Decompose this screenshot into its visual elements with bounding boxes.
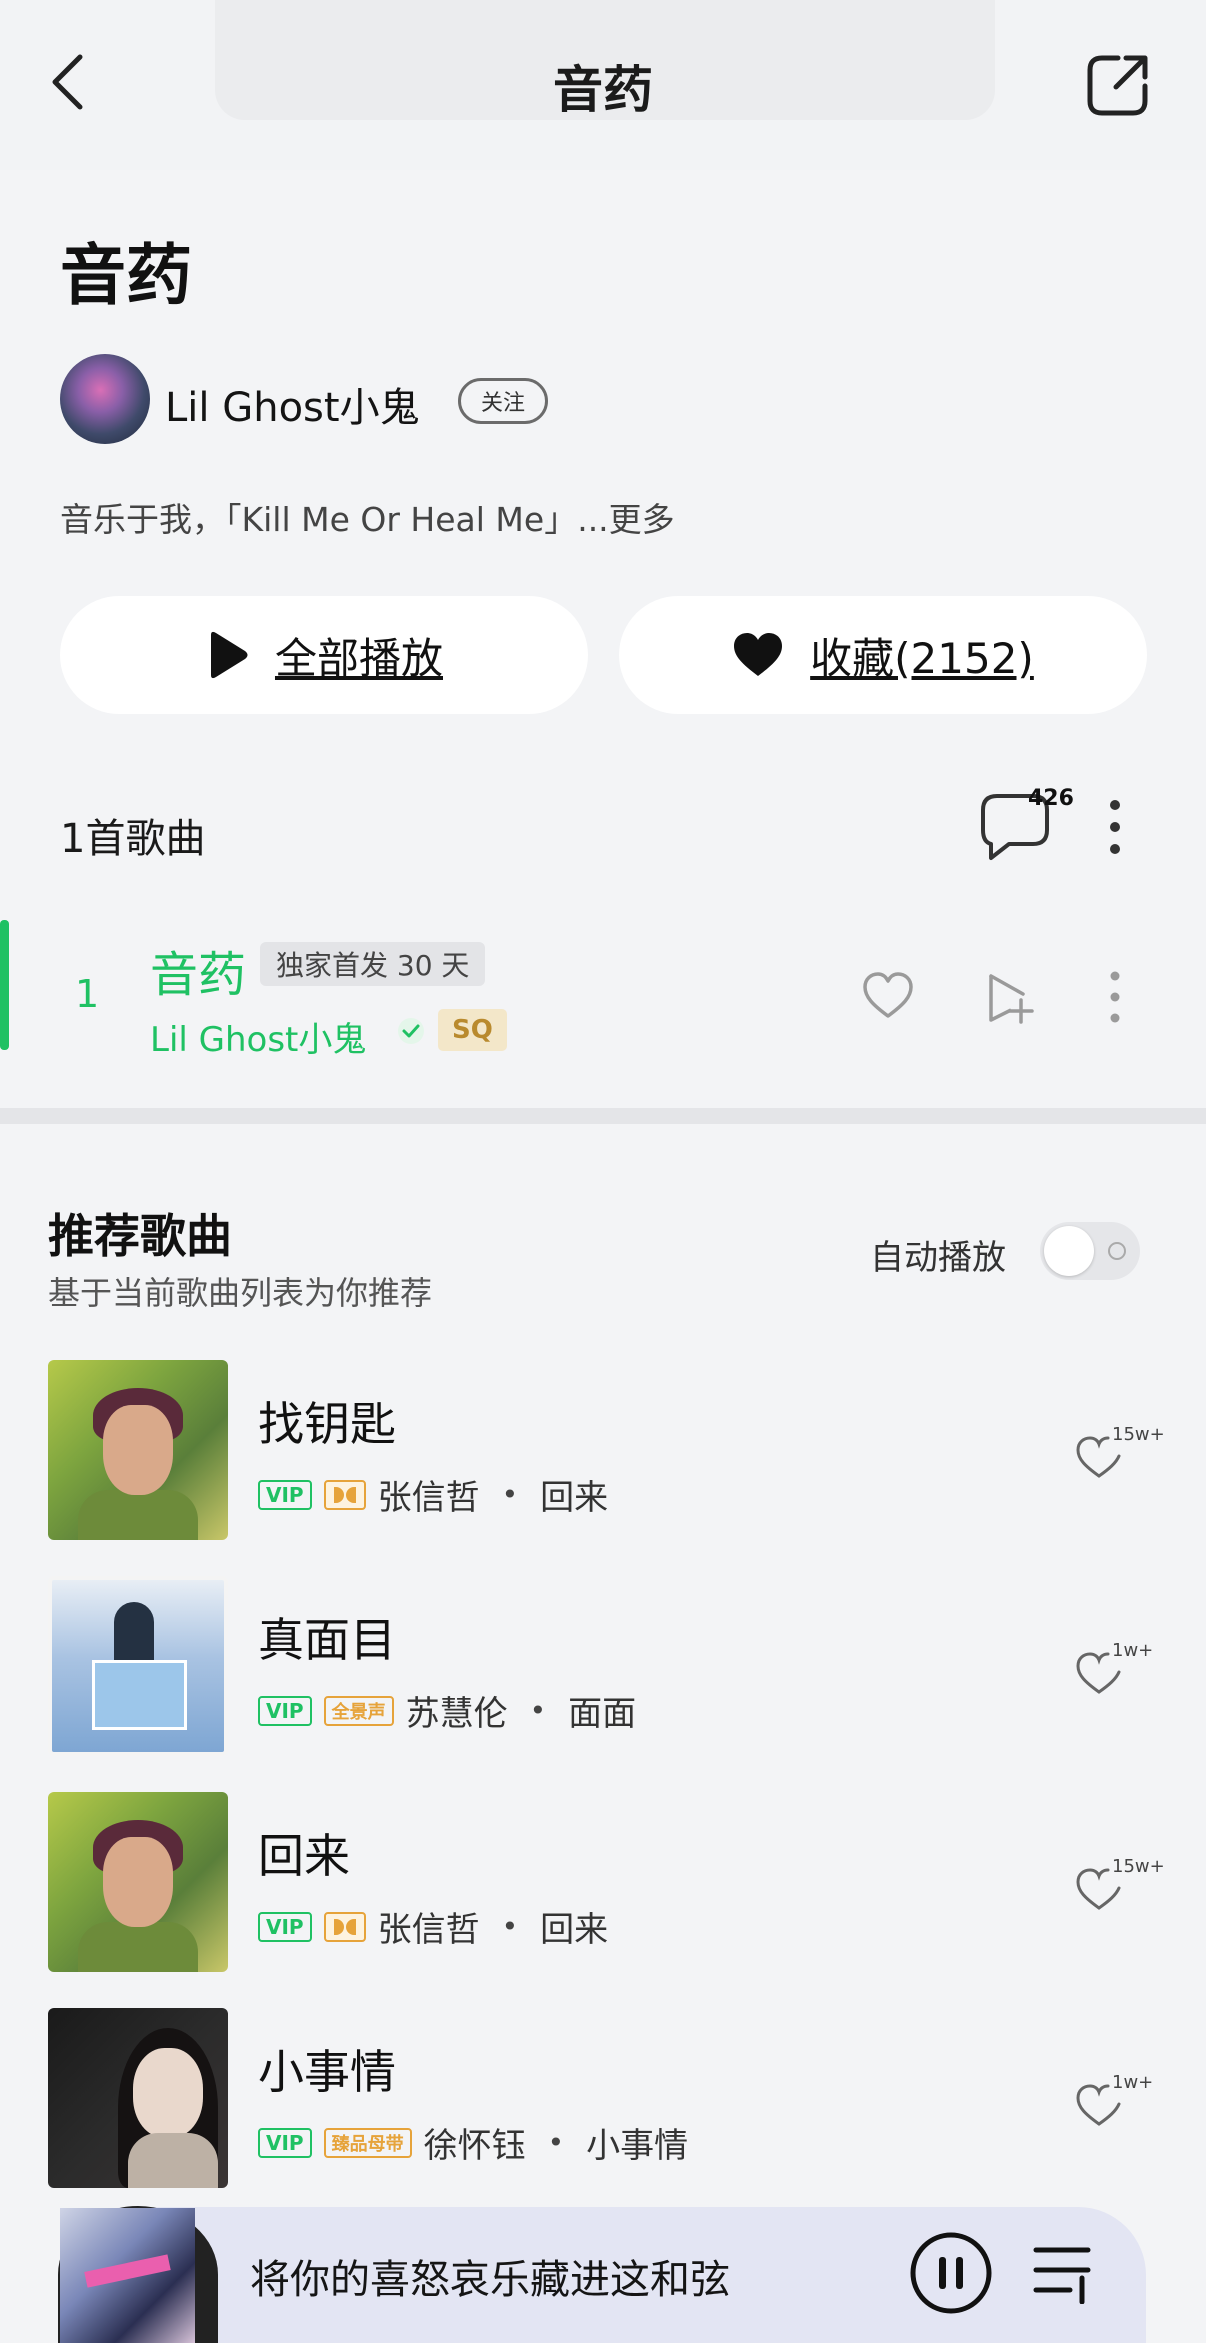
album-cover (48, 1792, 228, 1972)
toggle-off-indicator (1108, 1242, 1126, 1260)
pause-icon (910, 2232, 992, 2314)
track-artist[interactable]: Lil Ghost小鬼 (150, 1012, 366, 1061)
song-meta: VIP 张信哲 • 回来 (258, 1902, 608, 1951)
recommend-subtitle: 基于当前歌曲列表为你推荐 (48, 1274, 433, 1312)
audio-quality-badge: 臻品母带 (323, 2127, 412, 2158)
collect-button[interactable]: 收藏(2152) (619, 596, 1147, 714)
comment-count: 426 (1028, 786, 1074, 811)
toggle-knob (1044, 1226, 1094, 1276)
exclusive-tag: 独家首发 30 天 (260, 942, 486, 986)
now-playing-cover[interactable] (60, 2208, 195, 2343)
play-all-label: 全部播放 (274, 633, 443, 683)
pause-button[interactable] (908, 2230, 994, 2316)
track-more-button[interactable] (1100, 966, 1130, 1028)
song-album: 面面 (568, 1694, 637, 1734)
separator: • (501, 1478, 519, 1511)
separator: • (529, 1694, 547, 1727)
song-meta: VIP 全景声 苏慧伦 • 面面 (258, 1686, 636, 1735)
recommend-title: 推荐歌曲 (48, 1209, 232, 1263)
vip-badge: VIP (258, 1911, 312, 1942)
vip-badge: VIP (258, 1695, 312, 1726)
song-title: 找钥匙 (258, 1397, 396, 1451)
more-icon (1110, 800, 1120, 854)
vip-badge: VIP (258, 2127, 312, 2158)
song-album: 小事情 (586, 2126, 689, 2166)
song-meta: VIP 臻品母带 徐怀钰 • 小事情 (258, 2118, 688, 2167)
song-artist: 苏慧伦 (405, 1694, 508, 1734)
track-title[interactable]: 音药 (150, 935, 246, 1005)
song-artist: 张信哲 (377, 1910, 480, 1950)
audio-quality-badge: 全景声 (323, 1695, 394, 1726)
now-playing-indicator (0, 920, 9, 1050)
follow-button[interactable]: 关注 (458, 378, 548, 424)
like-count: 1w+ (1112, 2072, 1154, 2093)
recommended-song-row[interactable]: 回来 VIP 张信哲 • 回来 15w+ (0, 1792, 1206, 1978)
heart-icon (734, 633, 783, 676)
separator: • (547, 2126, 565, 2159)
collect-label: 收藏(2152) (810, 633, 1034, 683)
song-meta: VIP 张信哲 • 回来 (258, 1470, 608, 1519)
verified-icon (396, 1016, 426, 1046)
playlist-button[interactable] (1030, 2240, 1094, 2305)
now-playing-title[interactable]: 将你的喜怒哀乐藏进这和弦 (250, 2247, 730, 2305)
playlist-icon (1033, 2247, 1091, 2305)
song-artist: 张信哲 (377, 1478, 480, 1518)
more-icon (1110, 971, 1120, 1023)
autoplay-toggle[interactable] (1040, 1222, 1140, 1280)
artist-avatar[interactable] (60, 354, 150, 444)
dolby-icon (323, 1911, 366, 1942)
song-album: 回来 (540, 1910, 609, 1950)
add-to-playlist-button[interactable] (985, 970, 1037, 1026)
like-count: 1w+ (1112, 1640, 1154, 1661)
recommended-song-row[interactable]: 找钥匙 VIP 张信哲 • 回来 15w+ (0, 1360, 1206, 1546)
header-title: 音药 (553, 61, 653, 119)
separator: • (501, 1910, 519, 1943)
album-cover (48, 2008, 228, 2188)
song-count: 1首歌曲 (60, 816, 206, 862)
song-title: 回来 (258, 1829, 350, 1883)
recommended-song-row[interactable]: 真面目 VIP 全景声 苏慧伦 • 面面 1w+ (0, 1576, 1206, 1762)
share-button[interactable] (1080, 48, 1155, 123)
section-divider (0, 1108, 1206, 1124)
artist-name[interactable]: Lil Ghost小鬼 (165, 375, 420, 433)
dolby-icon (323, 1479, 366, 1510)
heart-outline-icon (863, 972, 913, 1018)
recommended-song-row[interactable]: 小事情 VIP 臻品母带 徐怀钰 • 小事情 1w+ (0, 2008, 1206, 2194)
song-title: 真面目 (258, 1613, 396, 1667)
song-title: 小事情 (258, 2045, 396, 2099)
album-cover (48, 1360, 228, 1540)
autoplay-label: 自动播放 (870, 1238, 1006, 1278)
vip-badge: VIP (258, 1479, 312, 1510)
quality-badge: SQ (438, 1009, 507, 1051)
song-album: 回来 (540, 1478, 609, 1518)
playlist-title: 音药 (60, 237, 192, 314)
album-cover (48, 1576, 228, 1756)
track-like-button[interactable] (862, 970, 914, 1022)
like-count: 15w+ (1112, 1424, 1165, 1445)
play-all-button[interactable]: 全部播放 (60, 596, 588, 714)
add-to-playlist-icon (989, 974, 1034, 1024)
share-icon (1087, 55, 1148, 116)
like-count: 15w+ (1112, 1856, 1165, 1877)
song-artist: 徐怀钰 (423, 2126, 526, 2166)
playlist-description[interactable]: 音乐于我，「Kill Me Or Heal Me」...更多 (60, 493, 675, 541)
more-options-button[interactable] (1100, 795, 1130, 860)
track-index: 1 (75, 972, 100, 1016)
play-icon (210, 631, 248, 679)
